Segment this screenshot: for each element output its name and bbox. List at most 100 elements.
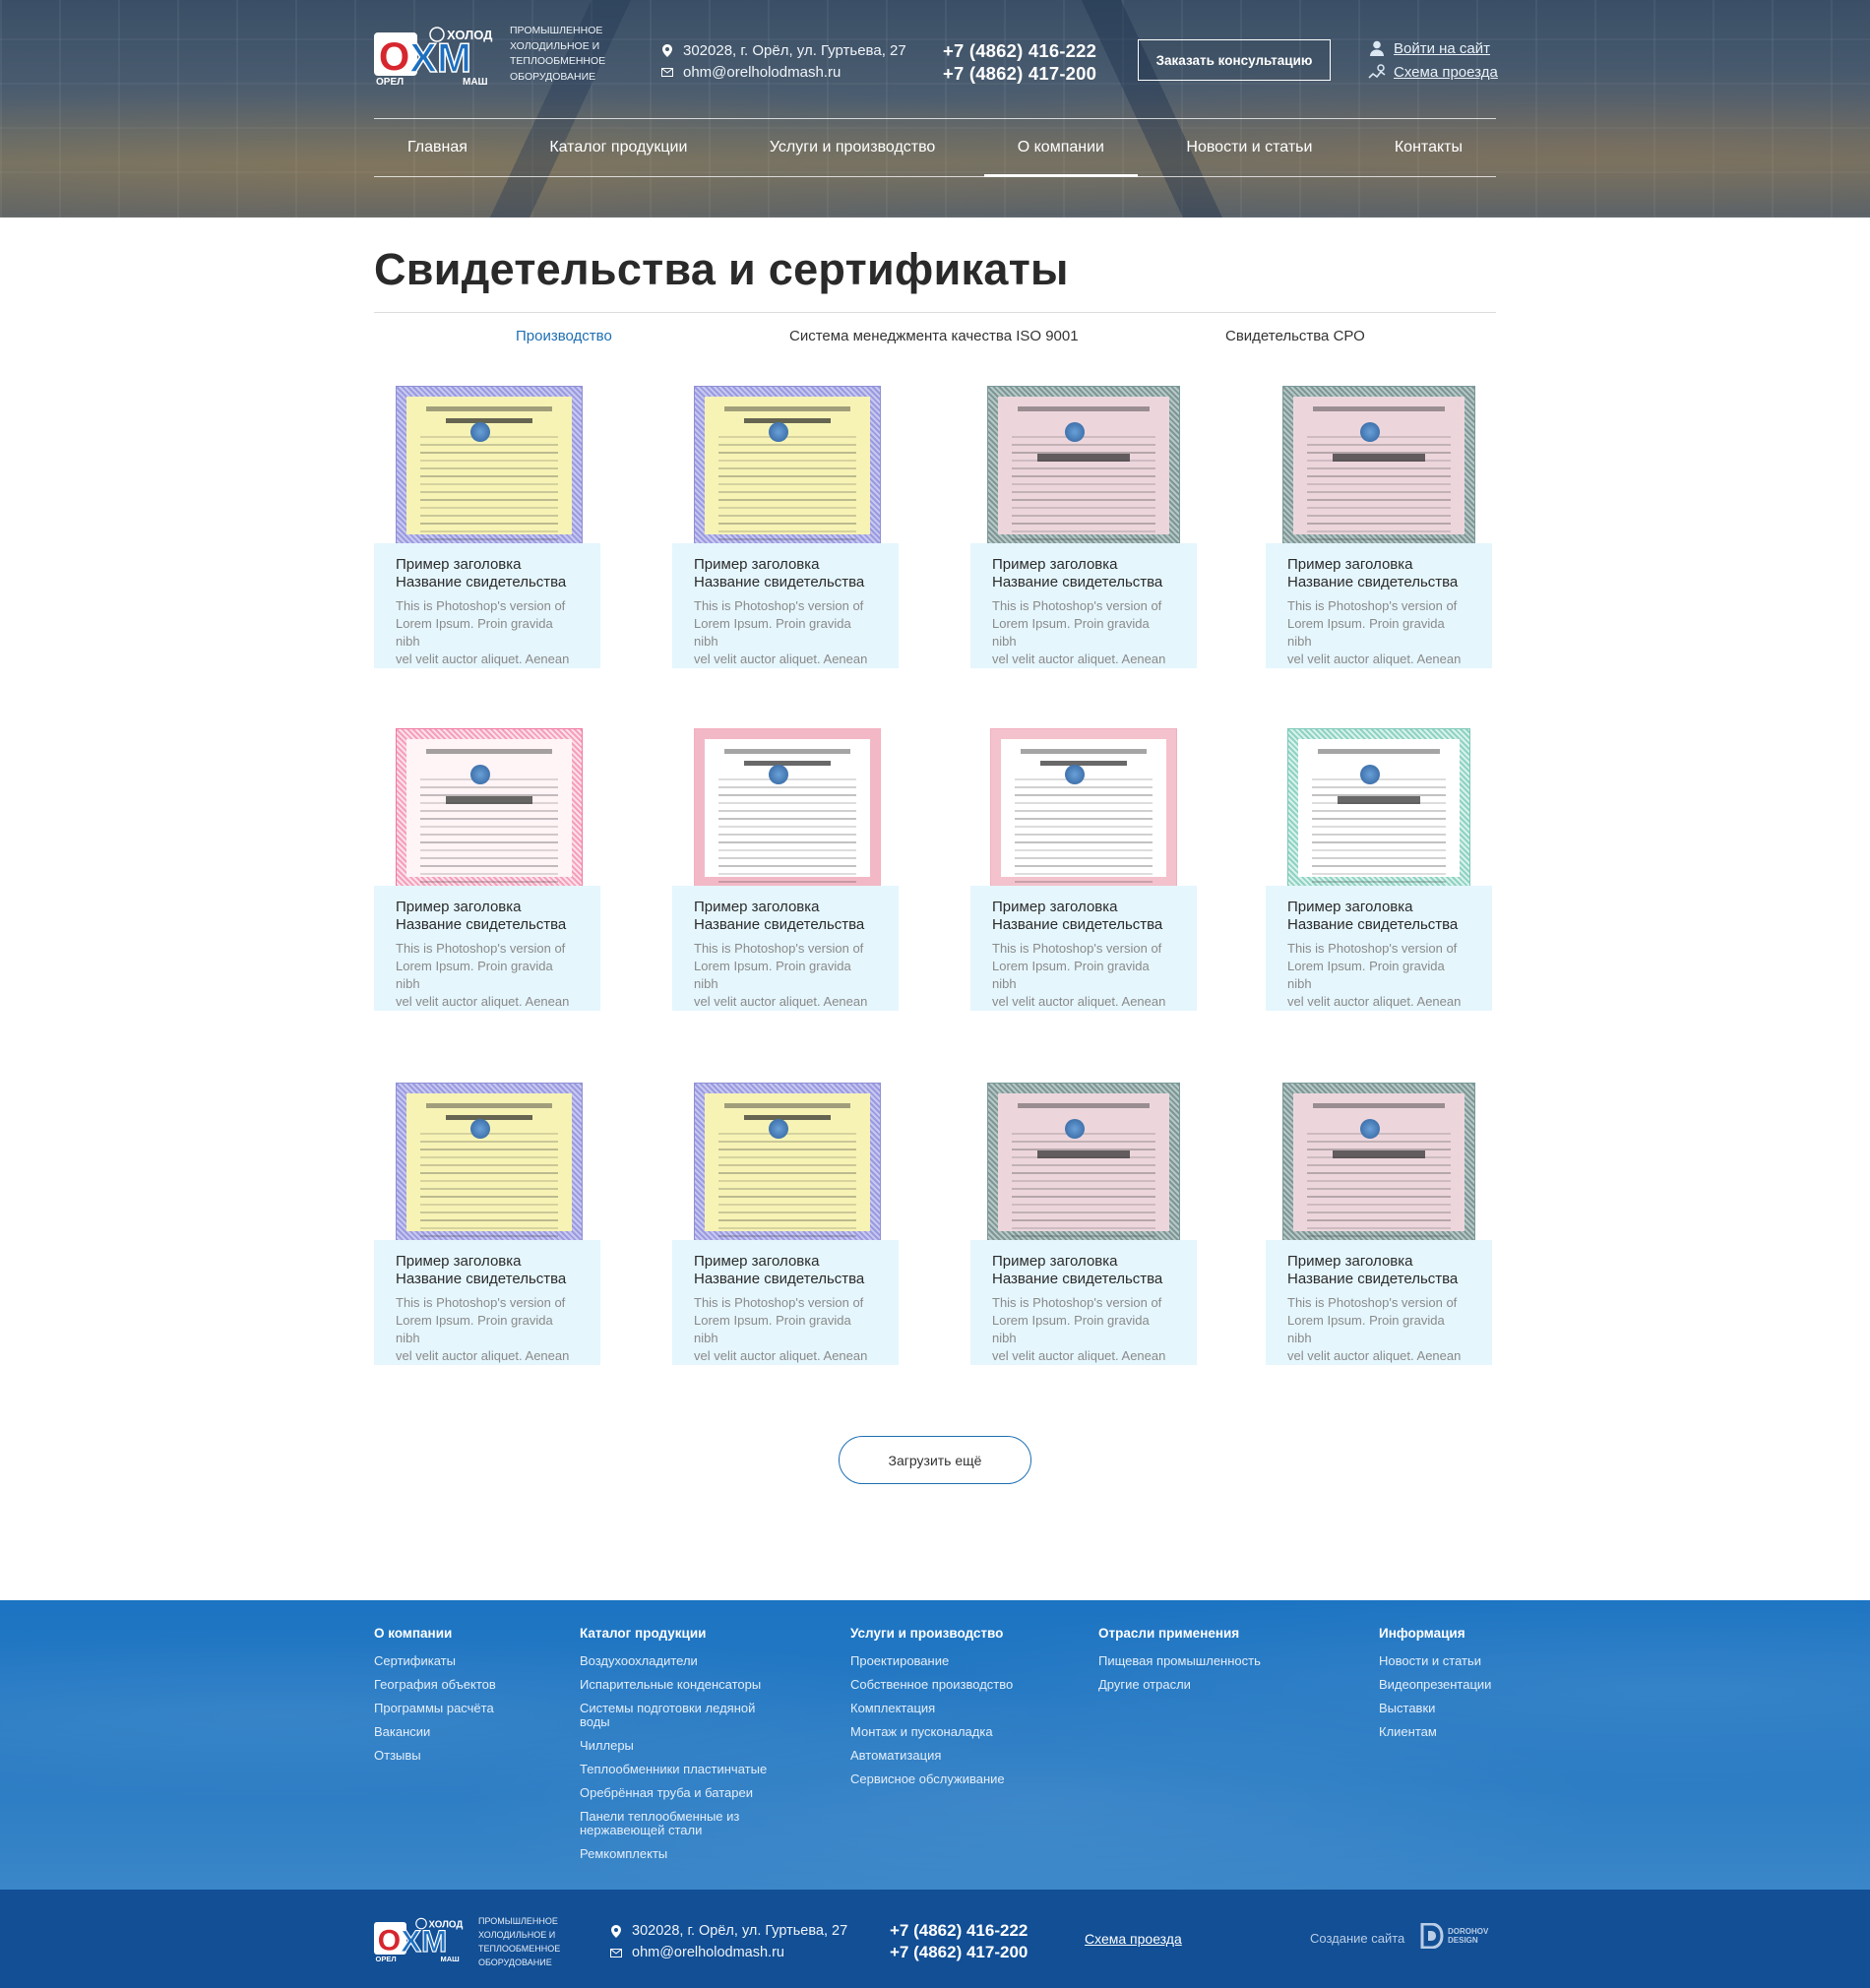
footer-link[interactable]: География объектов xyxy=(374,1678,571,1692)
certificate-card[interactable]: Пример заголовка Название свидетельства T… xyxy=(970,1083,1197,1368)
footer-link[interactable]: Другие отрасли xyxy=(1098,1678,1315,1692)
certificate-card-body: Пример заголовка Название свидетельства T… xyxy=(970,886,1197,1011)
location-pin-icon xyxy=(659,42,675,58)
certificate-thumbnail[interactable] xyxy=(396,1083,583,1242)
certificate-title: Пример заголовка Название свидетельства xyxy=(992,1253,1163,1287)
footer-address-line: 302028, г. Орёл, ул. Гуртьева, 27 xyxy=(608,1920,847,1942)
certificate-card[interactable]: Пример заголовка Название свидетельства T… xyxy=(672,1083,899,1368)
footer-link[interactable]: Сервисное обслуживание xyxy=(850,1772,1087,1786)
footer-link[interactable]: Отзывы xyxy=(374,1749,571,1763)
footer-link[interactable]: Оребрённая труба и батареи xyxy=(580,1786,777,1800)
footer-column-title[interactable]: О компании xyxy=(374,1626,571,1641)
certificate-description: This is Photoshop's version of Lorem Ipsu… xyxy=(992,941,1166,1009)
svg-text:О: О xyxy=(378,1925,401,1957)
footer-email[interactable]: ohm@orelholodmash.ru xyxy=(632,1945,784,1960)
footer-phone-2[interactable]: +7 (4862) 417-200 xyxy=(890,1942,1028,1963)
tab-iso-9001[interactable]: Система менеджмента качества ISO 9001 xyxy=(789,328,1079,344)
nav-news[interactable]: Новости и статьи xyxy=(1153,119,1345,176)
footer-column-title[interactable]: Услуги и производство xyxy=(850,1626,1087,1641)
nav-catalog[interactable]: Каталог продукции xyxy=(516,119,720,176)
certificate-description: This is Photoshop's version of Lorem Ipsu… xyxy=(1287,941,1462,1009)
footer-link[interactable]: Испарительные конденсаторы xyxy=(580,1678,777,1692)
certificate-card[interactable]: Пример заголовка Название свидетельства T… xyxy=(672,728,899,1014)
certificate-card[interactable]: Пример заголовка Название свидетельства T… xyxy=(970,728,1197,1014)
footer-link[interactable]: Панели теплообменные из нержавеющей стал… xyxy=(580,1810,777,1837)
certificate-card[interactable]: Пример заголовка Название свидетельства T… xyxy=(1266,386,1492,671)
footer-phone-1[interactable]: +7 (4862) 416-222 xyxy=(890,1920,1028,1942)
footer-link[interactable]: Вакансии xyxy=(374,1725,571,1739)
footer-link[interactable]: Новости и статьи xyxy=(1379,1654,1576,1668)
certificate-card-body: Пример заголовка Название свидетельства T… xyxy=(970,543,1197,668)
footer-link[interactable]: Ремкомплекты xyxy=(580,1847,777,1861)
certificate-card[interactable]: Пример заголовка Название свидетельства T… xyxy=(374,728,600,1014)
map-route-link[interactable]: Схема проезда xyxy=(1368,60,1498,84)
certificate-thumbnail[interactable] xyxy=(694,386,881,545)
user-links: Войти на сайт Схема проезда xyxy=(1368,36,1498,84)
footer-column-title[interactable]: Каталог продукции xyxy=(580,1626,777,1641)
studio-d-icon xyxy=(1420,1923,1444,1949)
consultation-button[interactable]: Заказать консультацию xyxy=(1138,39,1331,81)
certificate-title: Пример заголовка Название свидетельства xyxy=(992,556,1163,590)
footer-link[interactable]: Монтаж и пусконаладка xyxy=(850,1725,1087,1739)
nav-home[interactable]: Главная xyxy=(374,119,501,176)
footer-link[interactable]: Выставки xyxy=(1379,1702,1576,1715)
footer-link[interactable]: Сертификаты xyxy=(374,1654,571,1668)
email-line[interactable]: ohm@orelholodmash.ru xyxy=(659,61,906,83)
footer-link[interactable]: Воздухоохладители xyxy=(580,1654,777,1668)
tab-sro[interactable]: Свидетельства СРО xyxy=(1225,328,1365,344)
certificate-thumbnail[interactable] xyxy=(396,386,583,545)
certificate-card[interactable]: Пример заголовка Название свидетельства T… xyxy=(970,386,1197,671)
certificate-thumbnail[interactable] xyxy=(396,728,583,888)
footer-column: Каталог продукции Воздухоохладители Испари… xyxy=(580,1626,777,1871)
phone-2[interactable]: +7 (4862) 417-200 xyxy=(943,62,1096,85)
certificate-thumbnail[interactable] xyxy=(1282,1083,1475,1242)
footer-email-line[interactable]: ohm@orelholodmash.ru xyxy=(608,1942,847,1963)
login-link[interactable]: Войти на сайт xyxy=(1368,36,1498,60)
user-icon xyxy=(1370,40,1384,56)
certificate-card[interactable]: Пример заголовка Название свидетельства T… xyxy=(374,1083,600,1368)
footer-column-title[interactable]: Информация xyxy=(1379,1626,1576,1641)
company-logo[interactable]: О ХМ ХОЛОД ОРЕЛ МАШ xyxy=(374,27,500,86)
certificate-thumbnail[interactable] xyxy=(990,728,1177,888)
footer-link[interactable]: Чиллеры xyxy=(580,1739,777,1753)
certificate-title: Пример заголовка Название свидетельства xyxy=(396,899,567,933)
certificate-thumbnail[interactable] xyxy=(694,1083,881,1242)
nav-services[interactable]: Услуги и производство xyxy=(736,119,969,176)
header-phones: +7 (4862) 416-222 +7 (4862) 417-200 xyxy=(943,39,1096,85)
certificate-card[interactable]: Пример заголовка Название свидетельства T… xyxy=(1266,1083,1492,1368)
certificate-card-body: Пример заголовка Название свидетельства T… xyxy=(1266,1240,1492,1365)
studio-logo[interactable]: DOROHOV DESIGN xyxy=(1420,1922,1499,1950)
footer-map-link[interactable]: Схема проезда xyxy=(1085,1931,1182,1947)
phone-1[interactable]: +7 (4862) 416-222 xyxy=(943,39,1096,62)
certificate-card-body: Пример заголовка Название свидетельства T… xyxy=(672,886,899,1011)
footer-link[interactable]: Собственное производство xyxy=(850,1678,1087,1692)
footer-link[interactable]: Программы расчёта xyxy=(374,1702,571,1715)
footer-link[interactable]: Проектирование xyxy=(850,1654,1087,1668)
footer-link[interactable]: Клиентам xyxy=(1379,1725,1576,1739)
footer-link[interactable]: Комплектация xyxy=(850,1702,1087,1715)
footer-column-title[interactable]: Отрасли применения xyxy=(1098,1626,1315,1641)
certificate-thumbnail[interactable] xyxy=(987,1083,1180,1242)
footer-link[interactable]: Пищевая промышленность xyxy=(1098,1654,1315,1668)
certificate-thumbnail[interactable] xyxy=(1282,386,1475,545)
footer-link[interactable]: Теплообменники пластинчатые xyxy=(580,1763,777,1776)
certificate-thumbnail[interactable] xyxy=(987,386,1180,545)
certificate-title: Пример заголовка Название свидетельства xyxy=(694,899,865,933)
nav-about[interactable]: О компании xyxy=(983,119,1139,177)
email-link[interactable]: ohm@orelholodmash.ru xyxy=(683,64,841,81)
footer-link[interactable]: Системы подготовки ледяной воды xyxy=(580,1702,777,1729)
address-text: 302028, г. Орёл, ул. Гуртьева, 27 xyxy=(683,41,906,59)
mail-icon xyxy=(608,1945,624,1960)
nav-contacts[interactable]: Контакты xyxy=(1361,119,1496,176)
certificate-thumbnail[interactable] xyxy=(694,728,881,888)
footer-link[interactable]: Автоматизация xyxy=(850,1749,1087,1763)
footer-link[interactable]: Видеопрезентации xyxy=(1379,1678,1576,1692)
load-more-button[interactable]: Загрузить ещё xyxy=(839,1436,1031,1484)
certificate-card[interactable]: Пример заголовка Название свидетельства T… xyxy=(374,386,600,671)
certificate-thumbnail[interactable] xyxy=(1287,728,1470,888)
certificate-card[interactable]: Пример заголовка Название свидетельства T… xyxy=(672,386,899,671)
certificate-card[interactable]: Пример заголовка Название свидетельства T… xyxy=(1266,728,1492,1014)
svg-text:ОРЕЛ: ОРЕЛ xyxy=(376,77,404,86)
tab-production[interactable]: Производство xyxy=(516,328,612,344)
footer-logo[interactable]: О ХМ ХОЛОД ОРЕЛ МАШ xyxy=(374,1916,468,1963)
